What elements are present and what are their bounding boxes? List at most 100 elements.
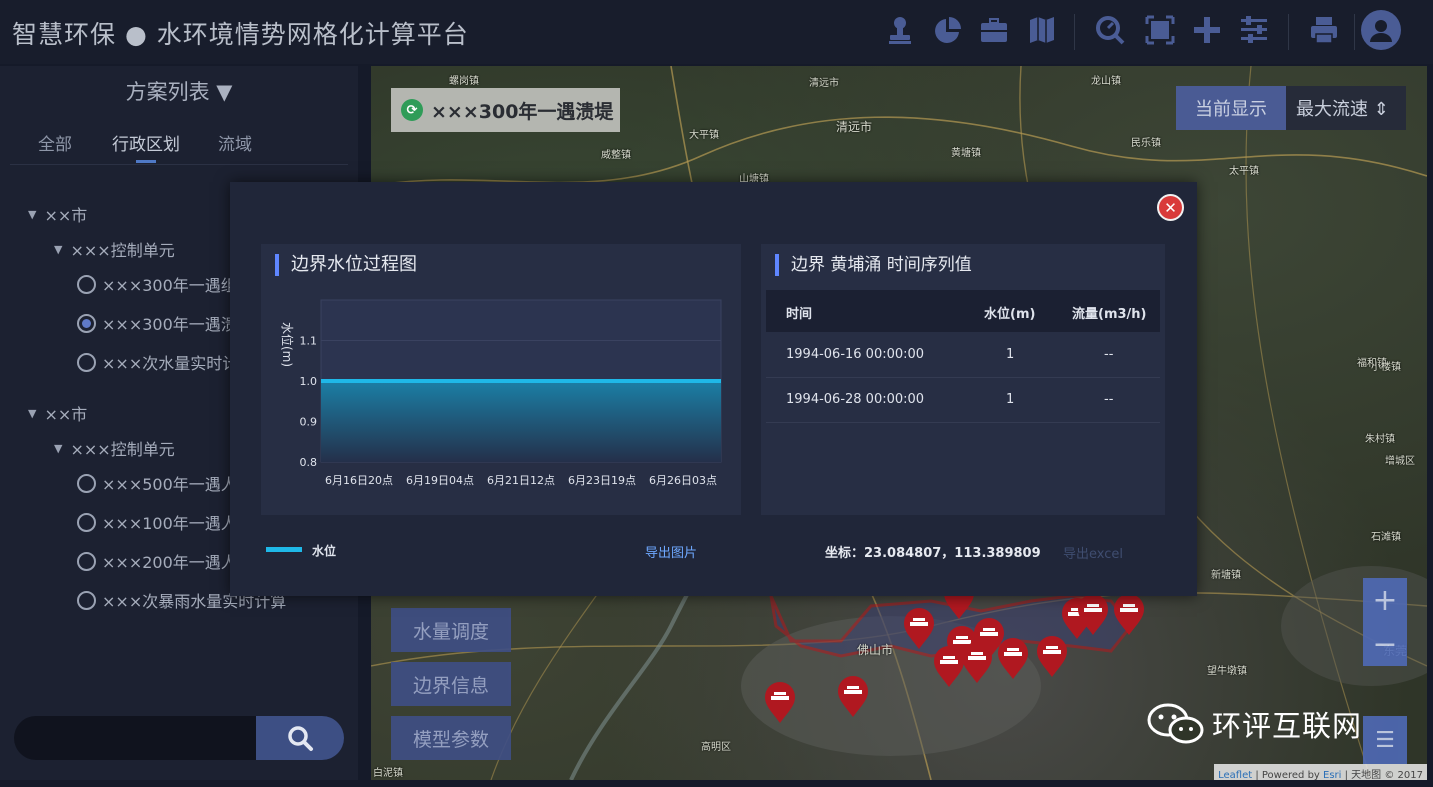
user-icon[interactable] [1361,10,1401,50]
tab-admin-division[interactable]: 行政区划 [112,130,180,155]
station-marker[interactable] [1036,636,1068,678]
column-header: 水位(m) [984,307,1036,322]
scheme-item[interactable]: ×××300年一遇溃 [77,311,237,335]
caret-down-icon: ▼ [54,441,63,455]
toolbar-divider [1354,14,1355,50]
plus-icon[interactable] [1187,10,1227,50]
place-label: 清远市 [836,120,873,134]
caret-down-icon: ▼ [54,242,63,256]
scheme-radio[interactable] [77,551,96,571]
station-marker[interactable] [1113,594,1145,636]
model-params-button[interactable]: 模型参数 [391,716,511,760]
tab-all[interactable]: 全部 [38,130,72,155]
station-marker[interactable] [1077,594,1109,636]
place-label: 威整镇 [601,150,631,161]
scheme-item[interactable]: ×××500年一遇人 [77,471,237,495]
place-label: 朱村镇 [1365,434,1395,445]
scheme-item[interactable]: ×××200年一遇人 [77,549,237,573]
scenario-name: ×××300年一遇溃堤 [431,100,614,123]
table-cell: 1994-06-16 00:00:00 [786,347,925,362]
column-header: 时间 [786,307,813,322]
briefcase-icon[interactable] [974,10,1014,50]
water-level-chart: 水位(m) 1.1 1.0 0.9 0.8 6月16日20点 6月19日04点 6月21日1… [280,299,722,487]
place-label: 民乐镇 [1131,138,1161,149]
station-marker[interactable] [837,676,869,718]
esri-link[interactable]: Esri [1323,770,1341,780]
place-label: 石滩镇 [1371,532,1401,543]
watermark: 环评互联网 [1146,702,1362,746]
table-row: 1994-06-16 00:00:00 1 -- [766,333,1160,378]
tree-unit-label: ×××控制单元 [70,440,175,459]
coordinate-readout: 坐标：23.084807，113.389809 [825,546,1041,561]
speed-search-icon[interactable] [1090,10,1130,50]
tree-city-node[interactable]: ▼ ××市 [28,202,87,226]
scheme-radio[interactable] [77,313,96,333]
scheme-radio[interactable] [77,473,96,493]
scheme-item-label: ×××500年一遇人 [102,475,237,494]
column-header: 流量(m3/h) [1072,307,1147,322]
attribution-text: | 天地图 © 2017 [1341,770,1423,780]
toolbar-divider [1288,14,1289,50]
station-marker[interactable] [764,682,796,724]
search-button[interactable] [256,716,344,760]
scheme-item[interactable]: ×××次水量实时计 [77,350,238,374]
leaflet-link[interactable]: Leaflet [1218,770,1252,780]
x-tick-label: 6月19日04点 [406,474,474,487]
table-cell: 1994-06-28 00:00:00 [786,392,925,407]
zoom-out-button[interactable]: − [1363,622,1407,666]
station-marker[interactable] [903,608,935,650]
stamp-icon[interactable] [880,10,920,50]
scenario-chip[interactable]: ⟳ ×××300年一遇溃堤 [391,88,620,132]
chart-panel: 边界水位过程图 水位(m) 1.1 1.0 0.9 0.8 6月16日20点 6月19日0… [261,244,741,515]
table-cell: -- [1104,392,1114,407]
tree-unit-node[interactable]: ▼ ×××控制单元 [54,237,175,261]
place-label: 新塘镇 [1211,570,1241,581]
place-label: 白泥镇 [373,768,403,779]
tab-watershed[interactable]: 流域 [218,130,252,155]
scheme-item[interactable]: ×××100年一遇人 [77,510,237,534]
tree-unit-label: ×××控制单元 [70,241,175,260]
timeseries-panel: 边界 黄埔涌 时间序列值 时间 水位(m) 流量(m3/h) 1994-06-1… [761,244,1165,515]
boundary-info-button[interactable]: 边界信息 [391,662,511,706]
boundary-dialog: ✕ 边界水位过程图 水位(m) 1.1 1.0 0.9 0.8 6月16日20点 6月19… [230,182,1197,596]
scheme-radio[interactable] [77,352,96,372]
pie-chart-icon[interactable] [928,10,968,50]
scheme-item-label: ×××100年一遇人 [102,514,237,533]
water-dispatch-button[interactable]: 水量调度 [391,608,511,652]
place-label: 龙山镇 [1091,76,1121,87]
scheme-list-header[interactable]: 方案列表 ▼ [0,76,358,106]
scheme-item[interactable]: ×××300年一遇组 [77,272,237,296]
station-marker[interactable] [961,642,993,684]
zoom-in-button[interactable]: + [1363,578,1407,622]
x-tick-label: 6月16日20点 [325,474,393,487]
search-input[interactable] [14,716,256,760]
scheme-radio[interactable] [77,590,96,610]
attribution-text: | Powered by [1252,770,1324,780]
watermark-text: 环评互联网 [1212,709,1363,743]
print-icon[interactable] [1304,10,1344,50]
display-select[interactable]: 最大流速 ⇕ [1286,86,1406,130]
map-attribution: Leaflet | Powered by Esri | 天地图 © 2017 [1214,764,1427,780]
place-label: 高明区 [701,742,731,753]
tree-city-node[interactable]: ▼ ××市 [28,401,87,425]
caret-down-icon: ▼ [28,406,37,420]
map-icon[interactable] [1022,10,1062,50]
y-tick-label: 1.1 [300,335,318,348]
sliders-icon[interactable] [1234,10,1274,50]
scheme-radio[interactable] [77,274,96,294]
x-tick-label: 6月26日03点 [649,474,717,487]
place-label: 小楼镇 [1371,362,1401,373]
station-marker[interactable] [997,638,1029,680]
fullscreen-icon[interactable] [1140,10,1180,50]
tree-unit-node[interactable]: ▼ ×××控制单元 [54,436,175,460]
y-tick-label: 0.8 [300,456,318,469]
list-icon[interactable]: ☰ [1363,716,1407,764]
scheme-item-label: ×××300年一遇组 [102,276,237,295]
series-area [321,381,721,462]
scheme-radio[interactable] [77,512,96,532]
export-excel-link[interactable]: 导出excel [1063,543,1123,562]
chart-title: 边界水位过程图 [275,254,417,276]
export-image-link[interactable]: 导出图片 [645,542,697,561]
close-button[interactable]: ✕ [1157,194,1184,221]
place-label: 螺岗镇 [449,76,479,87]
